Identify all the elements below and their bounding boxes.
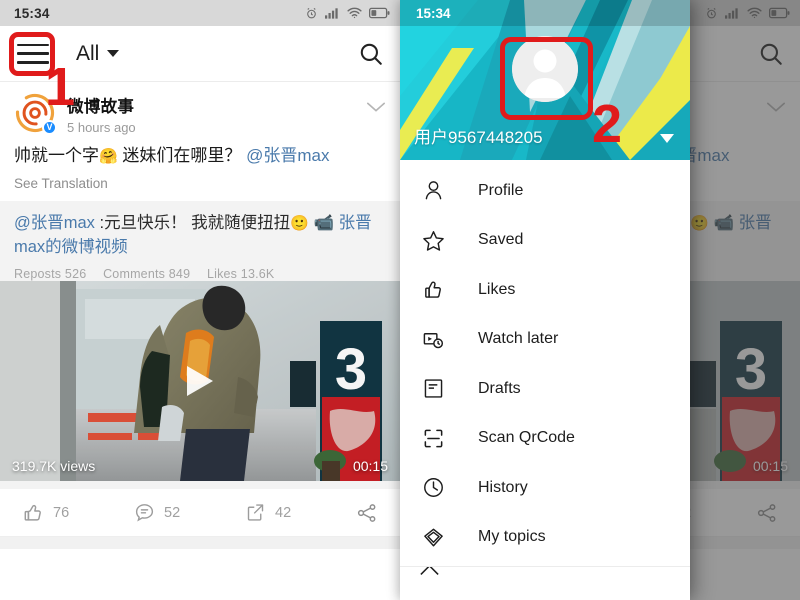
status-bar-icons-right — [705, 7, 790, 20]
post-author[interactable]: 微博故事 — [67, 93, 366, 117]
menu-item-label: Drafts — [478, 379, 521, 397]
wifi-icon — [747, 7, 762, 19]
screenshot-root: 15:34 All V 微博故事 5 hours ago 帅就一个字🤗 迷妹们在… — [0, 0, 800, 600]
svg-text:3: 3 — [735, 337, 767, 402]
search-icon[interactable] — [758, 41, 784, 67]
alarm-icon — [305, 7, 318, 20]
stat-reposts: Reposts 526 — [14, 267, 87, 282]
like-count: 76 — [53, 504, 70, 521]
share-button[interactable] — [356, 502, 378, 524]
drawer-status-bar: 15:34 — [400, 0, 690, 26]
verified-badge: V — [42, 120, 57, 135]
menu-item-likes[interactable]: Likes — [400, 265, 690, 315]
stat-likes: Likes 13.6K — [206, 267, 275, 282]
menu-item-history[interactable]: History — [400, 463, 690, 513]
search-icon[interactable] — [358, 41, 384, 67]
diamond-outline-icon — [418, 567, 441, 589]
feed-filter-dropdown[interactable]: All — [76, 41, 120, 66]
signal-icon — [725, 7, 740, 19]
signal-icon — [325, 7, 340, 19]
menu-item-label: Likes — [478, 280, 516, 298]
video-duration: 00:15 — [752, 458, 788, 475]
post-text: 帅就一个字🤗 迷妹们在哪里？ @张晋max — [14, 144, 386, 169]
quoted-mention-link[interactable]: @张晋max — [14, 214, 95, 232]
comment-button[interactable]: 52 — [134, 502, 180, 523]
app-bar: All — [0, 26, 400, 82]
drawer-status-clock: 15:34 — [416, 5, 451, 21]
quoted-post: @张晋max :元旦快乐！ 我就随便扭扭🙂 📹 张晋max的微博视频 Repos… — [0, 200, 400, 490]
post-timestamp: 5 hours ago — [67, 120, 136, 135]
menu-item-my-topics[interactable]: My topics — [400, 513, 690, 563]
status-bar-icons — [305, 7, 390, 20]
user-avatar-icon — [512, 36, 578, 102]
drawer-avatar[interactable] — [512, 36, 578, 102]
play-icon[interactable] — [187, 366, 213, 397]
see-translation-link[interactable]: See Translation — [14, 176, 386, 191]
video-camera-icon: 📹 — [308, 213, 339, 232]
watch-later-icon — [418, 328, 448, 351]
share-button[interactable] — [756, 502, 778, 524]
menu-item-watch-later[interactable]: Watch later — [400, 315, 690, 365]
menu-item-label: Saved — [478, 231, 524, 249]
video-camera-icon: 📹 — [708, 213, 739, 232]
qrcode-scan-icon — [418, 427, 448, 450]
battery-icon — [769, 7, 790, 19]
video-thumbnail[interactable]: 3 319.7K views 00:15 — [0, 281, 400, 482]
like-button[interactable]: 76 — [22, 502, 69, 524]
menu-item-profile[interactable]: Profile — [400, 166, 690, 216]
repost-button[interactable]: 42 — [245, 502, 291, 523]
drawer-header: 15:34 用户9567448205 — [400, 0, 690, 160]
navigation-drawer: 15:34 用户9567448205 Profile Saved Likes W… — [400, 0, 690, 600]
alarm-icon — [705, 7, 718, 20]
caret-down-icon[interactable] — [660, 134, 674, 143]
video-view-count: 319.7K views — [12, 458, 96, 475]
quoted-body: :元旦快乐！ 我就随便扭扭 — [94, 213, 291, 232]
post-meta: 微博故事 5 hours ago — [67, 92, 366, 135]
stat-comments: Comments 849 — [103, 267, 191, 282]
feed-separator — [0, 537, 400, 550]
comment-count: 52 — [164, 504, 181, 521]
feed-filter-label: All — [76, 41, 100, 65]
quoted-post-stats: Reposts 526 Comments 849 Likes 13.6K — [14, 267, 386, 281]
wifi-icon — [347, 7, 362, 19]
quoted-emoji: 🙂 — [290, 214, 309, 232]
battery-icon — [369, 7, 390, 19]
chevron-down-icon[interactable] — [766, 92, 786, 118]
post-action-bar: 76 52 42 — [0, 489, 400, 538]
drawer-menu-list: Profile Saved Likes Watch later Drafts S… — [400, 160, 690, 589]
menu-item-label: Profile — [478, 181, 524, 199]
menu-item-partial[interactable] — [400, 567, 690, 589]
menu-item-drafts[interactable]: Drafts — [400, 364, 690, 414]
left-phone-screen: 15:34 All V 微博故事 5 hours ago 帅就一个字🤗 迷妹们在… — [0, 0, 400, 600]
drafts-icon — [418, 377, 448, 400]
chevron-down-icon[interactable] — [366, 92, 386, 118]
star-icon — [418, 229, 448, 252]
post-header: V 微博故事 5 hours ago — [14, 92, 386, 135]
video-duration: 00:15 — [352, 458, 388, 475]
feed-post: V 微博故事 5 hours ago 帅就一个字🤗 迷妹们在哪里？ @张晋max… — [0, 82, 400, 490]
menu-item-scan-qrcode[interactable]: Scan QrCode — [400, 414, 690, 464]
post-mention-link[interactable]: @张晋max — [246, 146, 329, 165]
repost-count: 42 — [275, 504, 292, 521]
thumbs-up-icon — [418, 278, 448, 301]
menu-item-label: History — [478, 478, 528, 496]
drawer-username[interactable]: 用户9567448205 — [414, 123, 543, 148]
quoted-emoji: 🙂 — [690, 214, 709, 232]
menu-item-label: Watch later — [478, 330, 559, 348]
hamburger-menu-icon[interactable] — [16, 41, 50, 67]
post-emoji: 🤗 — [99, 148, 118, 165]
menu-item-label: My topics — [478, 528, 546, 546]
avatar[interactable]: V — [14, 92, 57, 135]
menu-item-label: Scan QrCode — [478, 429, 575, 447]
status-bar-clock: 15:34 — [14, 5, 50, 21]
person-icon — [418, 179, 448, 202]
menu-item-saved[interactable]: Saved — [400, 216, 690, 266]
diamond-icon — [418, 526, 448, 549]
quoted-post-text: @张晋max :元旦快乐！ 我就随便扭扭🙂 📹 张晋max的微博视频 — [14, 211, 386, 261]
status-bar: 15:34 — [0, 0, 400, 26]
clock-icon — [418, 476, 448, 499]
post-text-main: 帅就一个字 — [14, 146, 99, 165]
caret-down-icon — [107, 50, 120, 57]
post-text-rest: 迷妹们在哪里？ — [117, 146, 247, 165]
